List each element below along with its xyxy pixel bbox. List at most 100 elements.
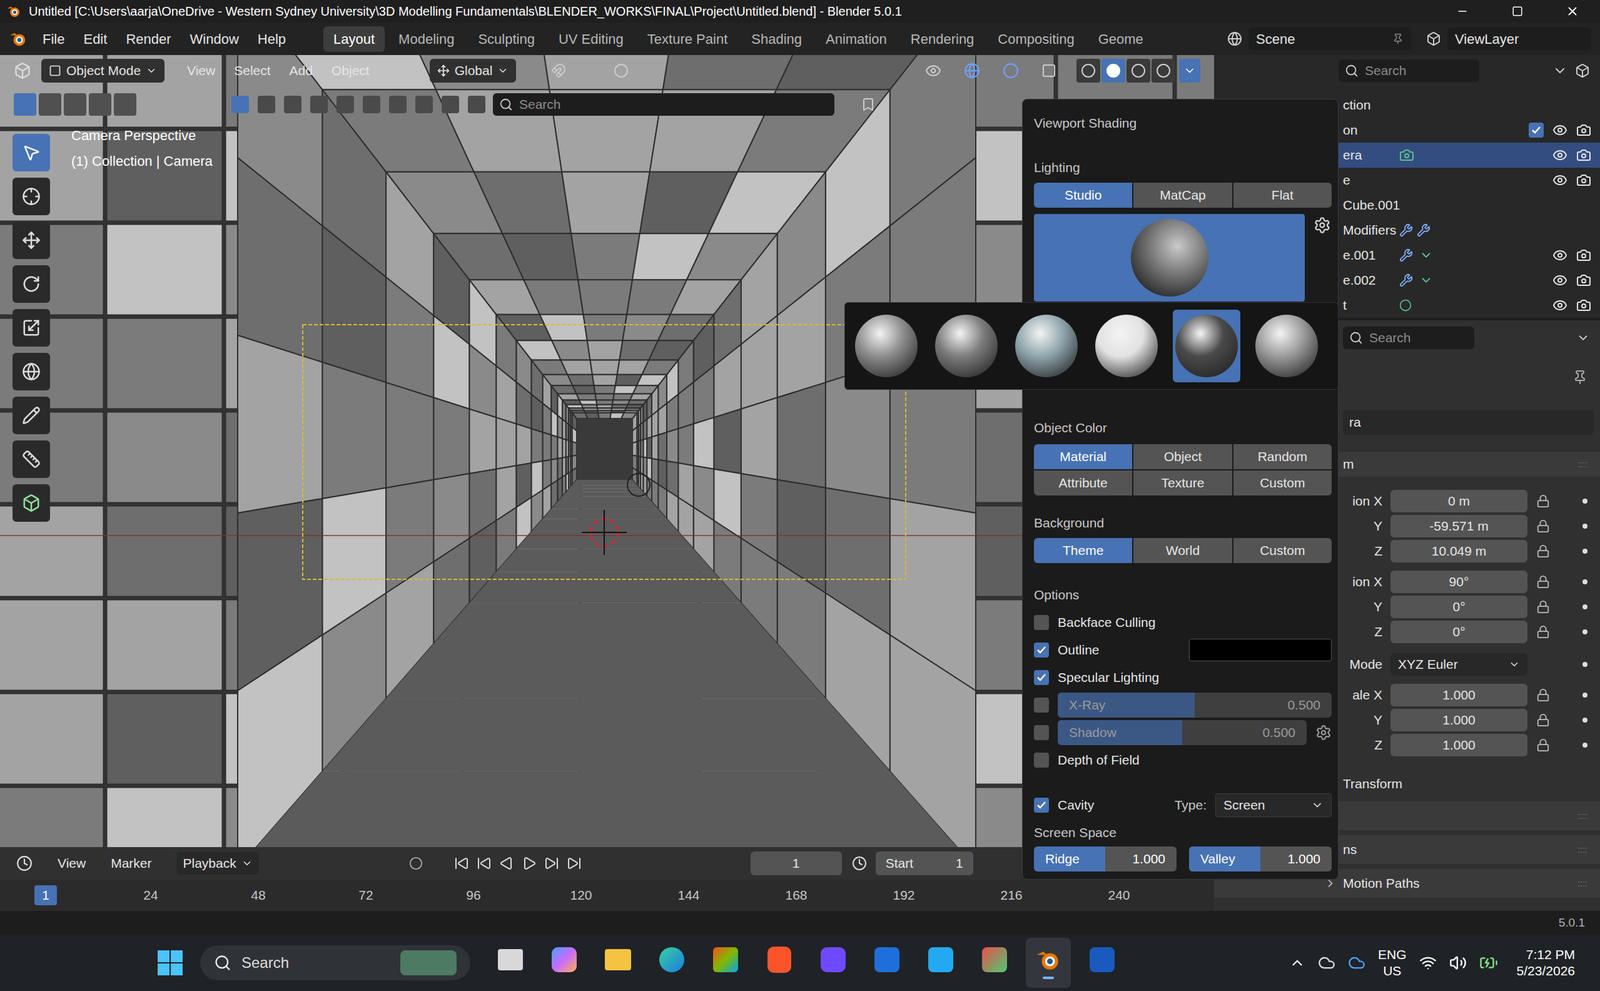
- proton[interactable]: [810, 937, 856, 988]
- property-field[interactable]: 1.000: [1390, 733, 1528, 757]
- checkbox[interactable]: [1033, 669, 1049, 685]
- workspace-tab[interactable]: Modeling: [388, 26, 465, 52]
- property-field[interactable]: 1.000: [1390, 683, 1528, 707]
- matcap-option[interactable]: [1252, 309, 1321, 383]
- rotate-tool[interactable]: [12, 265, 51, 303]
- object-color-option[interactable]: Random: [1233, 444, 1332, 470]
- transform-tool[interactable]: [12, 352, 51, 391]
- filter-toggle[interactable]: [389, 95, 407, 114]
- property-field[interactable]: 0°: [1390, 595, 1528, 618]
- measure-tool[interactable]: [12, 440, 51, 478]
- slider-field[interactable]: Shadow0.500: [1057, 719, 1307, 745]
- select-mode-button[interactable]: [113, 93, 137, 116]
- option-row[interactable]: Outline: [1033, 636, 1332, 664]
- workspace-tab[interactable]: Layout: [323, 26, 385, 52]
- bookmark-icon[interactable]: [860, 96, 876, 112]
- copilot[interactable]: [541, 937, 587, 988]
- annotate-tool[interactable]: [12, 396, 51, 435]
- matcap-option[interactable]: [1012, 309, 1081, 383]
- lighting-option[interactable]: Flat: [1233, 182, 1332, 208]
- filter-toggle[interactable]: [283, 95, 302, 114]
- edge[interactable]: [649, 937, 695, 988]
- gear-icon[interactable]: [1313, 216, 1332, 234]
- object-color-option[interactable]: Custom: [1233, 470, 1332, 496]
- clock[interactable]: 7:12 PM5/23/2026: [1516, 946, 1575, 979]
- background-option[interactable]: Theme: [1033, 537, 1133, 563]
- render-camera-icon[interactable]: [1576, 272, 1592, 288]
- property-field[interactable]: 90°: [1390, 570, 1528, 593]
- menu-item[interactable]: Help: [257, 28, 286, 50]
- minimize-button[interactable]: [1434, 0, 1490, 23]
- lighting-option[interactable]: Studio: [1033, 182, 1133, 208]
- cavity-type-dropdown[interactable]: Screen: [1215, 793, 1332, 817]
- pin-icon[interactable]: [1572, 369, 1588, 385]
- timeline-menu-item[interactable]: View: [57, 853, 86, 874]
- eye-icon[interactable]: [1552, 172, 1568, 188]
- overlay-icon[interactable]: [1002, 62, 1019, 79]
- app-blue[interactable]: [864, 937, 910, 988]
- slider-field[interactable]: Valley1.000: [1189, 846, 1332, 872]
- next-key-icon[interactable]: [544, 855, 560, 871]
- select-mode-button[interactable]: [63, 93, 87, 116]
- timeline-menu-item[interactable]: Marker: [110, 853, 152, 874]
- snap-icon[interactable]: [551, 63, 567, 79]
- option-row[interactable]: Specular Lighting: [1033, 663, 1332, 692]
- tool-search-field[interactable]: Search: [492, 93, 835, 116]
- onedrive-icon[interactable]: [1317, 953, 1336, 972]
- keyframe-dot[interactable]: [1582, 579, 1588, 585]
- lock-icon[interactable]: [1536, 574, 1550, 589]
- word[interactable]: [1079, 937, 1125, 988]
- keyframe-dot[interactable]: [1582, 548, 1588, 554]
- lock-icon[interactable]: [1536, 713, 1550, 727]
- studio-light-preview[interactable]: [1033, 213, 1305, 302]
- timeline-menu-item[interactable]: Playback: [176, 851, 259, 875]
- vscode[interactable]: [918, 937, 964, 988]
- checkbox[interactable]: [1033, 724, 1049, 740]
- select-mode-button[interactable]: [88, 93, 112, 116]
- eye-icon[interactable]: [1552, 247, 1568, 263]
- proportional-icon[interactable]: [613, 63, 629, 79]
- windows-start-icon[interactable]: [156, 948, 184, 977]
- wireframe-shading-button[interactable]: [1076, 58, 1101, 83]
- keyframe-dot[interactable]: [1582, 498, 1588, 504]
- filter-toggle[interactable]: [441, 95, 460, 114]
- lock-icon[interactable]: [1536, 494, 1550, 508]
- option-row[interactable]: Depth of Field: [1033, 746, 1332, 774]
- filter-toggle[interactable]: [257, 95, 276, 114]
- eye-icon[interactable]: [1552, 272, 1568, 288]
- mode-dropdown[interactable]: Object Mode: [41, 58, 165, 83]
- keyframe-dot[interactable]: [1582, 742, 1588, 748]
- property-field[interactable]: 0°: [1390, 620, 1528, 644]
- wifi-icon[interactable]: [1419, 953, 1437, 972]
- filter-toggle[interactable]: [467, 95, 486, 114]
- workspace-tab[interactable]: Animation: [815, 26, 897, 52]
- lighting-option[interactable]: MatCap: [1133, 182, 1232, 208]
- menu-item[interactable]: File: [42, 28, 65, 50]
- shading-popover-toggle[interactable]: [1179, 58, 1201, 83]
- render-camera-icon[interactable]: [1576, 247, 1592, 263]
- scale-tool[interactable]: [12, 308, 51, 347]
- matcap-option[interactable]: [1092, 309, 1161, 383]
- property-field[interactable]: 10.049 m: [1390, 539, 1528, 563]
- new-collection-icon[interactable]: [1574, 63, 1590, 79]
- menu-item[interactable]: Edit: [83, 28, 107, 50]
- onedrive-business-icon[interactable]: [1347, 953, 1366, 972]
- property-field[interactable]: 1.000: [1390, 708, 1528, 732]
- start-frame-field[interactable]: Start1: [875, 851, 974, 876]
- xray-icon[interactable]: [1041, 63, 1057, 79]
- property-field[interactable]: -59.571 m: [1390, 514, 1528, 538]
- move-tool[interactable]: [12, 221, 51, 259]
- workspace-tab[interactable]: Geome: [1088, 26, 1154, 52]
- task-view[interactable]: [487, 937, 533, 988]
- viewport-menu-item[interactable]: Object: [331, 60, 370, 81]
- chevron-down-icon[interactable]: [1576, 330, 1590, 345]
- matcap-option[interactable]: [932, 309, 1001, 383]
- render-camera-icon[interactable]: [1576, 147, 1592, 163]
- property-field[interactable]: 0 m: [1390, 489, 1528, 513]
- scene-field[interactable]: Scene: [1248, 27, 1412, 51]
- editor-type-icon[interactable]: [16, 855, 33, 872]
- matcap-option[interactable]: [852, 309, 921, 383]
- taskbar-search[interactable]: Search: [200, 945, 471, 981]
- checkbox[interactable]: [1528, 122, 1544, 138]
- eye-icon[interactable]: [1552, 122, 1568, 138]
